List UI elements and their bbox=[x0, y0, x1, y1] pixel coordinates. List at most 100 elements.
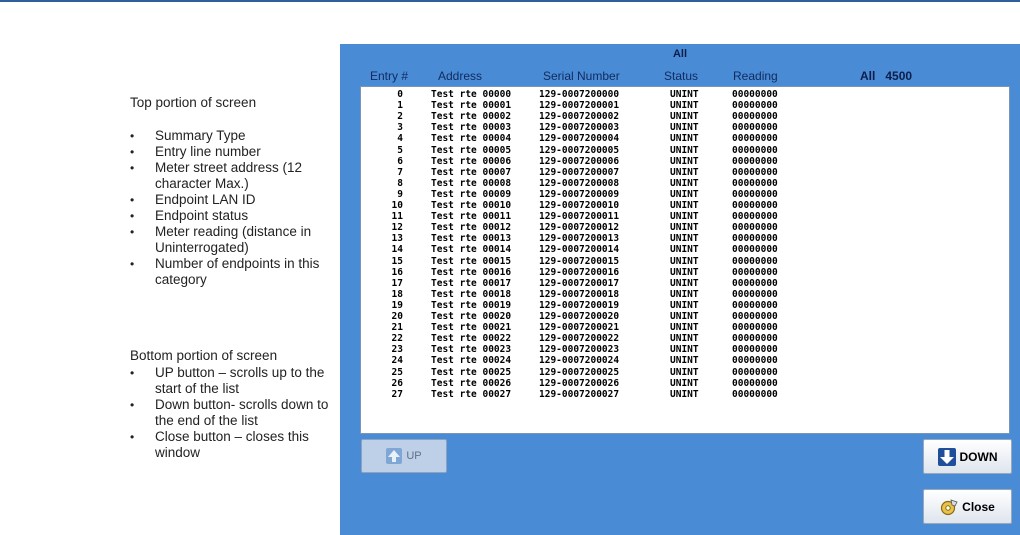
table-row[interactable]: 5 Test rte 00005 129-0007200005 UNINT 000000… bbox=[361, 144, 1009, 156]
endpoint-status: UNINT bbox=[670, 122, 699, 134]
entry-number: 0 bbox=[397, 89, 403, 100]
endpoint-status: UNINT bbox=[670, 100, 699, 112]
close-button[interactable]: Close bbox=[923, 489, 1012, 524]
entry-number: 26 bbox=[391, 377, 403, 389]
table-row[interactable]: 0 Test rte 00000 129-0007200000 UNINT 000000… bbox=[361, 89, 1009, 100]
serial-number: 129-0007200010 bbox=[539, 200, 620, 211]
entry-number: 12 bbox=[391, 222, 403, 234]
serial-number: 129-0007200001 bbox=[539, 100, 620, 112]
table-row[interactable]: 11 Test rte 00011 129-0007200011 UNINT 00000… bbox=[361, 211, 1009, 223]
serial-number: 129-0007200024 bbox=[539, 355, 620, 367]
serial-number: 129-0007200016 bbox=[539, 266, 620, 278]
entry-number: 18 bbox=[391, 288, 403, 300]
table-row[interactable]: 22 Test rte 00022 129-0007200022 UNINT 00000… bbox=[361, 333, 1009, 345]
meter-address: Test rte 00025 bbox=[431, 366, 512, 378]
table-row[interactable]: 2 Test rte 00002 129-0007200002 UNINT 000000… bbox=[361, 112, 1009, 122]
endpoint-status: UNINT bbox=[670, 89, 699, 100]
table-row[interactable]: 1 Test rte 00001 129-0007200001 UNINT 000000… bbox=[361, 100, 1009, 112]
table-row[interactable]: 26 Test rte 00026 129-0007200026 UNINT 00000… bbox=[361, 377, 1009, 389]
entry-number: 5 bbox=[397, 144, 403, 156]
serial-number: 129-0007200005 bbox=[539, 144, 620, 156]
table-row[interactable]: 18 Test rte 00018 129-0007200018 UNINT 00000… bbox=[361, 288, 1009, 300]
serial-number: 129-0007200020 bbox=[539, 311, 620, 322]
meter-reading: 00000000 bbox=[732, 155, 778, 167]
serial-number: 129-0007200007 bbox=[539, 166, 620, 178]
serial-number: 129-0007200008 bbox=[539, 177, 620, 189]
arrow-up-icon bbox=[386, 448, 403, 464]
table-row[interactable]: 4 Test rte 00004 129-0007200004 UNINT 000000… bbox=[361, 134, 1009, 144]
meter-reading: 00000000 bbox=[732, 244, 778, 256]
serial-number: 129-0007200009 bbox=[539, 188, 620, 200]
table-row[interactable]: 19 Test rte 00019 129-0007200019 UNINT 00000… bbox=[361, 299, 1009, 311]
endpoint-status: UNINT bbox=[670, 377, 699, 389]
meter-reading: 00000000 bbox=[732, 200, 778, 211]
entry-number: 24 bbox=[391, 355, 403, 367]
meter-address: Test rte 00009 bbox=[431, 188, 512, 200]
meter-address: Test rte 00022 bbox=[431, 333, 512, 345]
meter-reading: 00000000 bbox=[732, 100, 778, 112]
meter-address: Test rte 00010 bbox=[431, 200, 512, 211]
description-bullet: Endpoint status bbox=[130, 208, 330, 224]
serial-number: 129-0007200027 bbox=[539, 388, 620, 400]
meter-address: Test rte 00006 bbox=[431, 155, 512, 167]
table-row[interactable]: 24 Test rte 00024 129-0007200024 UNINT 00000… bbox=[361, 355, 1009, 367]
table-row[interactable]: 21 Test rte 00021 129-0007200021 UNINT 00000… bbox=[361, 322, 1009, 334]
serial-number: 129-0007200015 bbox=[539, 255, 620, 267]
table-row[interactable]: 14 Test rte 00014 129-0007200014 UNINT 00000… bbox=[361, 244, 1009, 256]
down-button[interactable]: DOWN bbox=[923, 439, 1012, 474]
table-row[interactable]: 10 Test rte 00010 129-0007200010 UNINT 00000… bbox=[361, 200, 1009, 211]
meter-address: Test rte 00008 bbox=[431, 177, 512, 189]
table-row[interactable]: 6 Test rte 00006 129-0007200006 UNINT 000000… bbox=[361, 155, 1009, 167]
endpoint-status: UNINT bbox=[670, 222, 699, 234]
table-row[interactable]: 12 Test rte 00012 129-0007200012 UNINT 00000… bbox=[361, 222, 1009, 234]
meter-reading: 00000000 bbox=[732, 255, 778, 267]
table-row[interactable]: 15 Test rte 00015 129-0007200015 UNINT 00000… bbox=[361, 255, 1009, 267]
entry-number: 11 bbox=[391, 211, 403, 223]
meter-address: Test rte 00015 bbox=[431, 255, 512, 267]
description-bullet: Entry line number bbox=[130, 144, 330, 160]
meter-reading: 00000000 bbox=[732, 355, 778, 367]
serial-number: 129-0007200019 bbox=[539, 299, 620, 311]
meter-address: Test rte 00024 bbox=[431, 355, 512, 367]
endpoint-status: UNINT bbox=[670, 233, 699, 245]
meter-address: Test rte 00018 bbox=[431, 288, 512, 300]
meter-reading: 00000000 bbox=[732, 311, 778, 322]
meter-reading: 00000000 bbox=[732, 377, 778, 389]
serial-number: 129-0007200000 bbox=[539, 89, 620, 100]
serial-number: 129-0007200018 bbox=[539, 288, 620, 300]
table-row[interactable]: 25 Test rte 00025 129-0007200025 UNINT 00000… bbox=[361, 366, 1009, 378]
endpoint-status: UNINT bbox=[670, 155, 699, 167]
table-row[interactable]: 23 Test rte 00023 129-0007200023 UNINT 00000… bbox=[361, 345, 1009, 355]
endpoint-status: UNINT bbox=[670, 266, 699, 278]
endpoint-status: UNINT bbox=[670, 322, 699, 334]
meter-reading: 00000000 bbox=[732, 188, 778, 200]
up-button[interactable]: UP bbox=[361, 439, 447, 473]
table-row[interactable]: 17 Test rte 00017 129-0007200017 UNINT 00000… bbox=[361, 277, 1009, 289]
description-bullet: Number of endpoints in this category bbox=[130, 256, 330, 288]
table-row[interactable]: 8 Test rte 00008 129-0007200008 UNINT 000000… bbox=[361, 177, 1009, 189]
column-header-entry: Entry # bbox=[370, 69, 409, 83]
table-row[interactable]: 27 Test rte 00027 129-0007200027 UNINT 00000… bbox=[361, 388, 1009, 400]
table-row[interactable]: 3 Test rte 00003 129-0007200003 UNINT 000000… bbox=[361, 122, 1009, 134]
meter-reading: 00000000 bbox=[732, 233, 778, 245]
table-row[interactable]: 13 Test rte 00013 129-0007200013 UNINT 00000… bbox=[361, 233, 1009, 245]
entry-number: 15 bbox=[391, 255, 403, 267]
meter-reading: 00000000 bbox=[732, 366, 778, 378]
entry-number: 19 bbox=[391, 299, 403, 311]
top-portion-heading: Top portion of screen bbox=[130, 95, 257, 110]
entry-number: 8 bbox=[397, 177, 403, 189]
table-row[interactable]: 9 Test rte 00009 129-0007200009 UNINT 000000… bbox=[361, 188, 1009, 200]
entry-number: 17 bbox=[391, 277, 403, 289]
meter-address: Test rte 00003 bbox=[431, 122, 512, 134]
description-bullet: Summary Type bbox=[130, 128, 330, 144]
meter-address: Test rte 00014 bbox=[431, 244, 512, 256]
table-row[interactable]: 7 Test rte 00007 129-0007200007 UNINT 000000… bbox=[361, 166, 1009, 178]
table-row[interactable]: 20 Test rte 00020 129-0007200020 UNINT 00000… bbox=[361, 311, 1009, 322]
serial-number: 129-0007200013 bbox=[539, 233, 620, 245]
entry-number: 6 bbox=[397, 155, 403, 167]
table-row[interactable]: 16 Test rte 00016 129-0007200016 UNINT 00000… bbox=[361, 266, 1009, 278]
endpoint-list[interactable]: 0 Test rte 00000 129-0007200000 UNINT 000000… bbox=[360, 86, 1010, 434]
endpoint-status: UNINT bbox=[670, 244, 699, 256]
up-button-label: UP bbox=[406, 450, 422, 462]
entry-number: 10 bbox=[391, 200, 403, 211]
